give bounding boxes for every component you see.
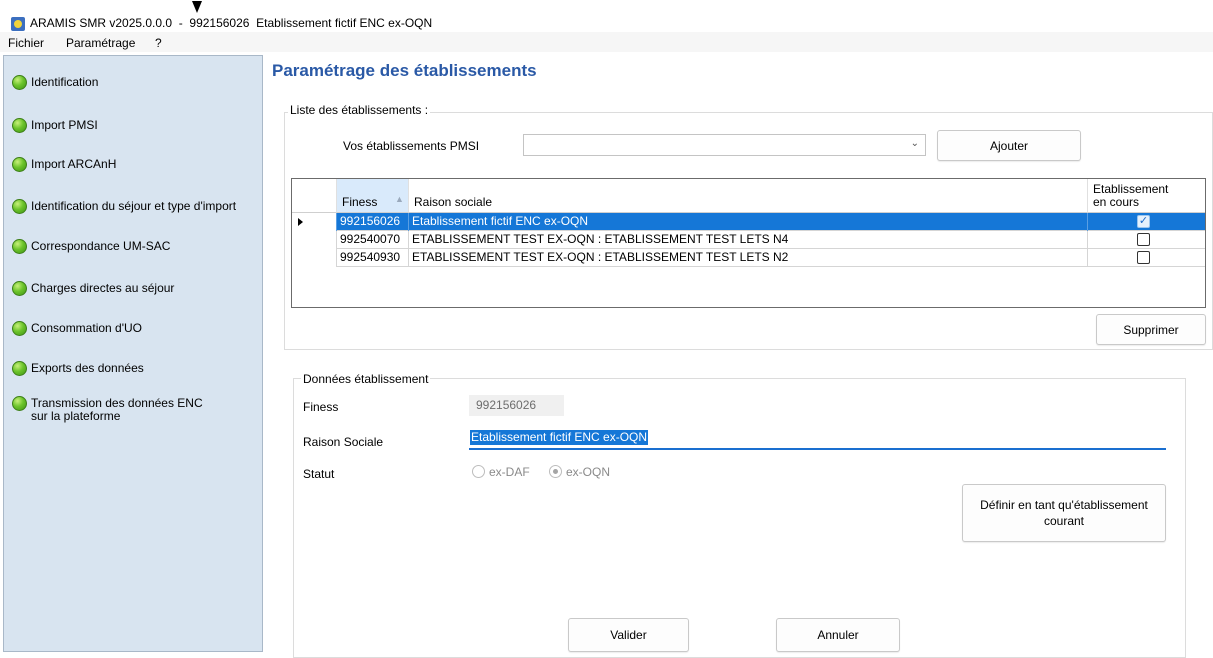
establishment-details-legend: Données établissement bbox=[301, 372, 431, 386]
green-status-dot-icon bbox=[12, 157, 27, 172]
statut-ex-daf-label: ex-DAF bbox=[489, 465, 530, 479]
finess-label: Finess bbox=[303, 400, 339, 414]
pmsi-establishments-label: Vos établissements PMSI bbox=[343, 139, 480, 153]
green-status-dot-icon bbox=[12, 239, 27, 254]
window-title: ARAMIS SMR v2025.0.0.0 - 992156026 Etabl… bbox=[30, 16, 433, 30]
menu-help[interactable]: ? bbox=[155, 36, 162, 50]
set-current-line2: courant bbox=[1043, 514, 1085, 528]
cursor-arrow-icon bbox=[192, 1, 202, 13]
column-header-raison-sociale[interactable]: Raison sociale bbox=[409, 179, 1088, 213]
establishments-grid: Finess ▲ Raison sociale Etablissement en… bbox=[291, 178, 1206, 308]
column-header-finess[interactable]: Finess ▲ bbox=[337, 179, 409, 213]
menu-bar: Fichier Paramétrage ? bbox=[0, 32, 1213, 52]
page-title: Paramétrage des établissements bbox=[272, 61, 537, 80]
add-button[interactable]: Ajouter bbox=[937, 130, 1081, 161]
sidebar-item-transmission[interactable]: Transmission des données ENC sur la plat… bbox=[12, 396, 257, 423]
cancel-button[interactable]: Annuler bbox=[776, 618, 900, 652]
column-header-raison-label: Raison sociale bbox=[414, 195, 493, 209]
sidebar-item-consommation-uo[interactable]: Consommation d'UO bbox=[12, 321, 257, 336]
column-header-current[interactable]: Etablissement en cours bbox=[1088, 179, 1205, 213]
sidebar-item-label: Charges directes au séjour bbox=[31, 281, 175, 295]
finess-readonly-field: 992156026 bbox=[469, 395, 564, 416]
statut-ex-oqn-label: ex-OQN bbox=[566, 465, 611, 479]
current-checkbox[interactable] bbox=[1137, 233, 1150, 246]
green-status-dot-icon bbox=[12, 199, 27, 214]
raison-sociale-value: Etablissement fictif ENC ex-OQN bbox=[470, 430, 649, 445]
green-status-dot-icon bbox=[12, 118, 27, 133]
sidebar-item-label: Identification du séjour et type d'impor… bbox=[31, 199, 237, 213]
column-header-finess-label: Finess bbox=[342, 195, 378, 209]
sidebar-item-identification[interactable]: Identification bbox=[12, 75, 257, 90]
statut-ex-daf-radio[interactable] bbox=[472, 465, 485, 478]
chevron-down-icon[interactable]: ⌄ bbox=[911, 138, 919, 149]
green-status-dot-icon bbox=[12, 396, 27, 411]
set-current-line1: Définir en tant qu'établissement bbox=[980, 498, 1148, 512]
statut-ex-oqn-radio[interactable] bbox=[549, 465, 562, 478]
green-status-dot-icon bbox=[12, 75, 27, 90]
green-status-dot-icon bbox=[12, 361, 27, 376]
sidebar-item-label: Import PMSI bbox=[31, 118, 98, 132]
table-row[interactable]: 992156026 Etablissement fictif ENC ex-OQ… bbox=[292, 213, 1205, 231]
window-titlebar: ARAMIS SMR v2025.0.0.0 - 992156026 Etabl… bbox=[0, 0, 1213, 32]
sidebar-item-charges-directes[interactable]: Charges directes au séjour bbox=[12, 281, 257, 296]
cell-finess[interactable]: 992156026 bbox=[337, 213, 409, 231]
cell-raison-sociale[interactable]: Etablissement fictif ENC ex-OQN bbox=[409, 213, 1088, 231]
sidebar-item-import-pmsi[interactable]: Import PMSI bbox=[12, 118, 257, 133]
green-status-dot-icon bbox=[12, 321, 27, 336]
row-header[interactable] bbox=[292, 213, 337, 231]
grid-row-header-corner bbox=[292, 179, 337, 213]
sidebar-item-correspondance-um-sac[interactable]: Correspondance UM-SAC bbox=[12, 239, 257, 254]
sidebar-item-label: Consommation d'UO bbox=[31, 321, 142, 335]
column-header-current-line2: en cours bbox=[1093, 195, 1140, 209]
menu-fichier[interactable]: Fichier bbox=[8, 36, 44, 50]
sidebar-item-label: Exports des données bbox=[31, 361, 144, 375]
row-header[interactable] bbox=[292, 231, 337, 249]
cell-finess[interactable]: 992540070 bbox=[337, 231, 409, 249]
current-checkbox[interactable] bbox=[1137, 251, 1150, 264]
pmsi-establishments-select[interactable]: ⌄ bbox=[523, 134, 926, 156]
raison-sociale-input[interactable]: Etablissement fictif ENC ex-OQN bbox=[469, 428, 1166, 450]
current-checkbox-checked[interactable]: ✓ bbox=[1137, 215, 1150, 228]
main-content: Paramétrage des établissements Liste des… bbox=[263, 52, 1213, 658]
table-row[interactable]: 992540070 ETABLISSEMENT TEST EX-OQN : ET… bbox=[292, 231, 1205, 249]
sidebar-item-import-arcanh[interactable]: Import ARCAnH bbox=[12, 157, 257, 172]
aramis-app-icon bbox=[11, 17, 25, 31]
sidebar-item-label: Transmission des données ENC sur la plat… bbox=[31, 397, 203, 423]
raison-sociale-label: Raison Sociale bbox=[303, 435, 384, 449]
cell-raison-sociale[interactable]: ETABLISSEMENT TEST EX-OQN : ETABLISSEMEN… bbox=[409, 249, 1088, 267]
sidebar-item-label: Identification bbox=[31, 75, 99, 89]
column-header-current-line1: Etablissement bbox=[1093, 182, 1169, 196]
statut-label: Statut bbox=[303, 467, 335, 481]
column-header-current-label: Etablissement en cours bbox=[1093, 183, 1168, 209]
sidebar-item-label: Correspondance UM-SAC bbox=[31, 239, 171, 253]
sidebar: Identification Import PMSI Import ARCAnH… bbox=[3, 55, 263, 652]
row-pointer-icon bbox=[298, 218, 303, 226]
table-row[interactable]: 992540930 ETABLISSEMENT TEST EX-OQN : ET… bbox=[292, 249, 1205, 267]
set-current-establishment-button[interactable]: Définir en tant qu'établissement courant bbox=[962, 484, 1166, 542]
validate-button[interactable]: Valider bbox=[568, 618, 689, 652]
sidebar-item-label-line1: Transmission des données ENC bbox=[31, 396, 203, 410]
sidebar-item-exports[interactable]: Exports des données bbox=[12, 361, 257, 376]
cell-finess[interactable]: 992540930 bbox=[337, 249, 409, 267]
menu-parametrage[interactable]: Paramétrage bbox=[66, 36, 135, 50]
establishments-list-legend: Liste des établissements : bbox=[288, 103, 431, 117]
row-header[interactable] bbox=[292, 249, 337, 267]
cell-raison-sociale[interactable]: ETABLISSEMENT TEST EX-OQN : ETABLISSEMEN… bbox=[409, 231, 1088, 249]
green-status-dot-icon bbox=[12, 281, 27, 296]
sort-ascending-icon: ▲ bbox=[395, 194, 404, 204]
delete-button[interactable]: Supprimer bbox=[1096, 314, 1206, 345]
sidebar-item-identification-sejour[interactable]: Identification du séjour et type d'impor… bbox=[12, 199, 257, 214]
sidebar-item-label: Import ARCAnH bbox=[31, 157, 117, 171]
sidebar-item-label-line2: sur la plateforme bbox=[31, 409, 121, 423]
